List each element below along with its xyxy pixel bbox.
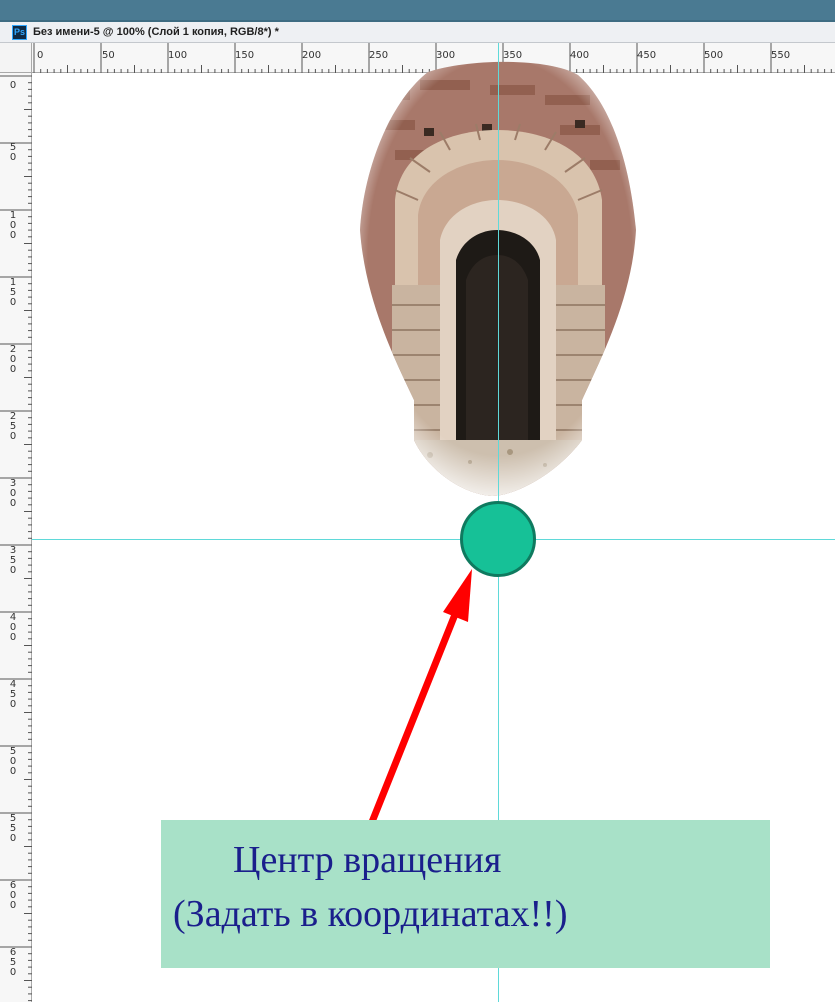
rotation-center-marker[interactable] xyxy=(460,501,536,577)
hruler-label-350: 350 xyxy=(503,50,523,61)
hruler-label-450: 450 xyxy=(637,50,657,61)
vruler-label-0: 0 xyxy=(9,80,17,91)
document-tab[interactable]: Ps Без имени-5 @ 100% (Слой 1 копия, RGB… xyxy=(0,22,835,43)
hruler-label-550: 550 xyxy=(771,50,791,61)
vruler-label-150: 1 5 0 xyxy=(9,277,17,308)
hruler-label-100: 100 xyxy=(168,50,188,61)
callout-line-2: (Задать в координатах!!) xyxy=(173,893,568,935)
hruler-label-150: 150 xyxy=(235,50,255,61)
vruler-label-200: 2 0 0 xyxy=(9,344,17,375)
hruler-label-200: 200 xyxy=(302,50,322,61)
document-title: Без имени-5 @ 100% (Слой 1 копия, RGB/8*… xyxy=(33,26,279,38)
window-top-band xyxy=(0,0,835,22)
vruler-label-550: 5 5 0 xyxy=(9,813,17,844)
vruler-label-500: 5 0 0 xyxy=(9,746,17,777)
vruler-label-300: 3 0 0 xyxy=(9,478,17,509)
hruler-label-250: 250 xyxy=(369,50,389,61)
vruler-label-50: 5 0 xyxy=(9,142,17,163)
hruler-label-300: 300 xyxy=(436,50,456,61)
vruler-label-100: 1 0 0 xyxy=(9,210,17,241)
ruler-origin-corner[interactable] xyxy=(0,43,32,73)
annotation-callout: Центр вращения (Задать в координатах!!) xyxy=(161,820,770,968)
vruler-label-450: 4 5 0 xyxy=(9,679,17,710)
vruler-label-650: 6 5 0 xyxy=(9,947,17,978)
photoshop-icon: Ps xyxy=(12,24,27,40)
vruler-label-250: 2 5 0 xyxy=(9,411,17,442)
hruler-label-500: 500 xyxy=(704,50,724,61)
hruler-label-400: 400 xyxy=(570,50,590,61)
horizontal-ruler[interactable]: 0 50 100 150 200 250 300 350 400 450 500… xyxy=(32,43,835,73)
hruler-label-50: 50 xyxy=(102,50,115,61)
vertical-ruler[interactable]: 0 5 0 1 0 0 1 5 0 2 0 0 2 5 0 3 0 0 3 5 … xyxy=(0,73,32,1002)
callout-line-1: Центр вращения xyxy=(233,839,502,881)
vruler-label-600: 6 0 0 xyxy=(9,880,17,911)
horizontal-guide[interactable] xyxy=(32,539,835,540)
vruler-label-400: 4 0 0 xyxy=(9,612,17,643)
hruler-label-0: 0 xyxy=(37,50,44,61)
vruler-label-350: 3 5 0 xyxy=(9,545,17,576)
